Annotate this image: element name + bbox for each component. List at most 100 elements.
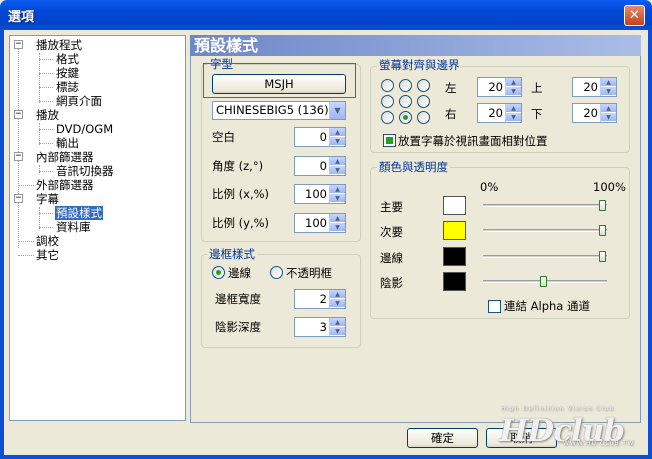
tree-item-formats[interactable]: 格式 <box>56 52 79 66</box>
options-tree[interactable]: − − − − 播放程式 格式 按鍵 標誌 網頁介面 播放 DVD/OGM 輸出… <box>9 35 186 421</box>
spin-down-icon[interactable]: ▼ <box>330 327 345 336</box>
expander-icon[interactable]: − <box>14 152 23 161</box>
scale-x-value: 100 <box>305 187 327 201</box>
tree-item-logo[interactable]: 標誌 <box>56 80 79 94</box>
tree-item-audio-switcher[interactable]: 音訊切換器 <box>56 164 114 178</box>
tree-item-misc[interactable]: 其它 <box>36 248 59 262</box>
tree-item-dvd-ogm[interactable]: DVD/OGM <box>56 122 113 136</box>
spin-up-icon[interactable]: ▲ <box>601 104 616 113</box>
spin-up-icon[interactable]: ▲ <box>506 104 521 113</box>
spin-up-icon[interactable]: ▲ <box>330 290 345 299</box>
right-margin-value: 20 <box>488 106 503 120</box>
border-width-value: 2 <box>319 292 327 306</box>
tree-item-internal-filters[interactable]: 內部篩選器 <box>36 150 94 164</box>
align-bottom-left-radio[interactable] <box>381 111 394 124</box>
tree-item-external-filters[interactable]: 外部篩選器 <box>36 178 94 192</box>
color-swatch-button[interactable] <box>443 247 466 266</box>
window-frame-right <box>648 30 652 459</box>
scale-y-value: 100 <box>305 216 327 230</box>
spin-down-icon[interactable]: ▼ <box>330 194 345 203</box>
spin-up-icon[interactable]: ▲ <box>506 78 521 87</box>
border-width-stepper[interactable]: 2 ▲ ▼ <box>294 289 346 309</box>
align-middle-left-radio[interactable] <box>381 95 394 108</box>
color-swatch-button[interactable] <box>443 221 466 240</box>
spacing-stepper[interactable]: 0 ▲ ▼ <box>294 127 346 147</box>
title-bar <box>0 0 652 30</box>
charset-select[interactable]: CHINESEBIG5 (136) ▼ <box>212 101 346 120</box>
opacity-slider[interactable] <box>483 229 607 232</box>
spin-up-icon[interactable]: ▲ <box>330 318 345 327</box>
close-button[interactable]: ✕ <box>624 5 645 26</box>
spin-up-icon[interactable]: ▲ <box>330 128 345 137</box>
spin-down-icon[interactable]: ▼ <box>330 166 345 175</box>
angle-value: 0 <box>319 159 327 173</box>
expander-icon[interactable]: − <box>14 40 23 49</box>
bottom-margin-label: 下 <box>531 107 543 121</box>
opacity-slider-thumb[interactable] <box>540 276 547 287</box>
shadow-depth-stepper[interactable]: 3 ▲ ▼ <box>294 317 346 337</box>
border-width-label: 邊框寬度 <box>215 292 261 306</box>
opacity-min-label: 0% <box>480 180 499 194</box>
tree-item-tweaks[interactable]: 調校 <box>36 234 59 248</box>
tree-item-webui[interactable]: 網頁介面 <box>56 94 102 108</box>
font-button[interactable]: MSJH <box>212 74 346 94</box>
color-swatch-button[interactable] <box>443 272 466 291</box>
spin-up-icon[interactable]: ▲ <box>330 157 345 166</box>
align-top-left-radio[interactable] <box>381 79 394 92</box>
spin-up-icon[interactable]: ▲ <box>330 185 345 194</box>
tree-item-default-style[interactable]: 預設樣式 <box>55 206 103 220</box>
tree-item-player[interactable]: 播放程式 <box>36 38 82 52</box>
opacity-max-label: 100% <box>593 180 626 194</box>
chevron-down-icon[interactable]: ▼ <box>329 102 345 119</box>
tree-item-keys[interactable]: 按鍵 <box>56 66 79 80</box>
spin-down-icon[interactable]: ▼ <box>506 113 521 122</box>
right-margin-stepper[interactable]: 20 ▲ ▼ <box>477 103 522 123</box>
opacity-slider-thumb[interactable] <box>599 200 606 211</box>
align-middle-center-radio[interactable] <box>399 95 412 108</box>
opaque-box-radio[interactable] <box>270 266 283 279</box>
angle-stepper[interactable]: 0 ▲ ▼ <box>294 156 346 176</box>
align-top-right-radio[interactable] <box>417 79 430 92</box>
ok-button[interactable]: 確定 <box>407 428 478 448</box>
expander-icon[interactable]: − <box>14 194 23 203</box>
spin-down-icon[interactable]: ▼ <box>330 299 345 308</box>
spin-down-icon[interactable]: ▼ <box>601 87 616 96</box>
opacity-slider-thumb[interactable] <box>599 225 606 236</box>
align-bottom-center-radio[interactable] <box>399 111 412 124</box>
color-swatch-button[interactable] <box>443 196 466 215</box>
scale-x-stepper[interactable]: 100 ▲ ▼ <box>294 184 346 204</box>
opacity-slider-thumb[interactable] <box>599 251 606 262</box>
window-title: 選項 <box>8 10 35 25</box>
left-margin-stepper[interactable]: 20 ▲ ▼ <box>477 77 522 97</box>
window-frame-left <box>0 30 4 459</box>
spacing-value: 0 <box>319 130 327 144</box>
spin-up-icon[interactable]: ▲ <box>601 78 616 87</box>
color-group <box>370 167 630 319</box>
top-margin-stepper[interactable]: 20 ▲ ▼ <box>572 77 617 97</box>
scale-y-stepper[interactable]: 100 ▲ ▼ <box>294 213 346 233</box>
outline-label: 邊線 <box>228 266 251 280</box>
tree-item-subtitles[interactable]: 字幕 <box>36 192 59 206</box>
spin-up-icon[interactable]: ▲ <box>330 214 345 223</box>
relative-position-label: 放置字幕於視訊畫面相對位置 <box>398 134 548 148</box>
spin-down-icon[interactable]: ▼ <box>330 137 345 146</box>
spin-down-icon[interactable]: ▼ <box>506 87 521 96</box>
tree-item-output[interactable]: 輸出 <box>56 136 79 150</box>
tree-item-playback[interactable]: 播放 <box>36 108 59 122</box>
opacity-slider[interactable] <box>483 204 607 207</box>
tree-item-database[interactable]: 資料庫 <box>56 220 91 234</box>
link-alpha-checkbox[interactable] <box>488 300 501 313</box>
alignment-title: 螢幕對齊與邊界 <box>377 58 462 72</box>
spin-down-icon[interactable]: ▼ <box>601 113 616 122</box>
align-top-center-radio[interactable] <box>399 79 412 92</box>
outline-radio[interactable] <box>212 266 225 279</box>
left-margin-value: 20 <box>488 80 503 94</box>
spin-down-icon[interactable]: ▼ <box>330 223 345 232</box>
relative-position-checkbox[interactable] <box>383 134 396 147</box>
bottom-margin-stepper[interactable]: 20 ▲ ▼ <box>572 103 617 123</box>
opacity-slider[interactable] <box>483 255 607 258</box>
align-bottom-right-radio[interactable] <box>417 111 430 124</box>
page-title: 預設樣式 <box>190 35 641 56</box>
align-middle-right-radio[interactable] <box>417 95 430 108</box>
expander-icon[interactable]: − <box>14 110 23 119</box>
